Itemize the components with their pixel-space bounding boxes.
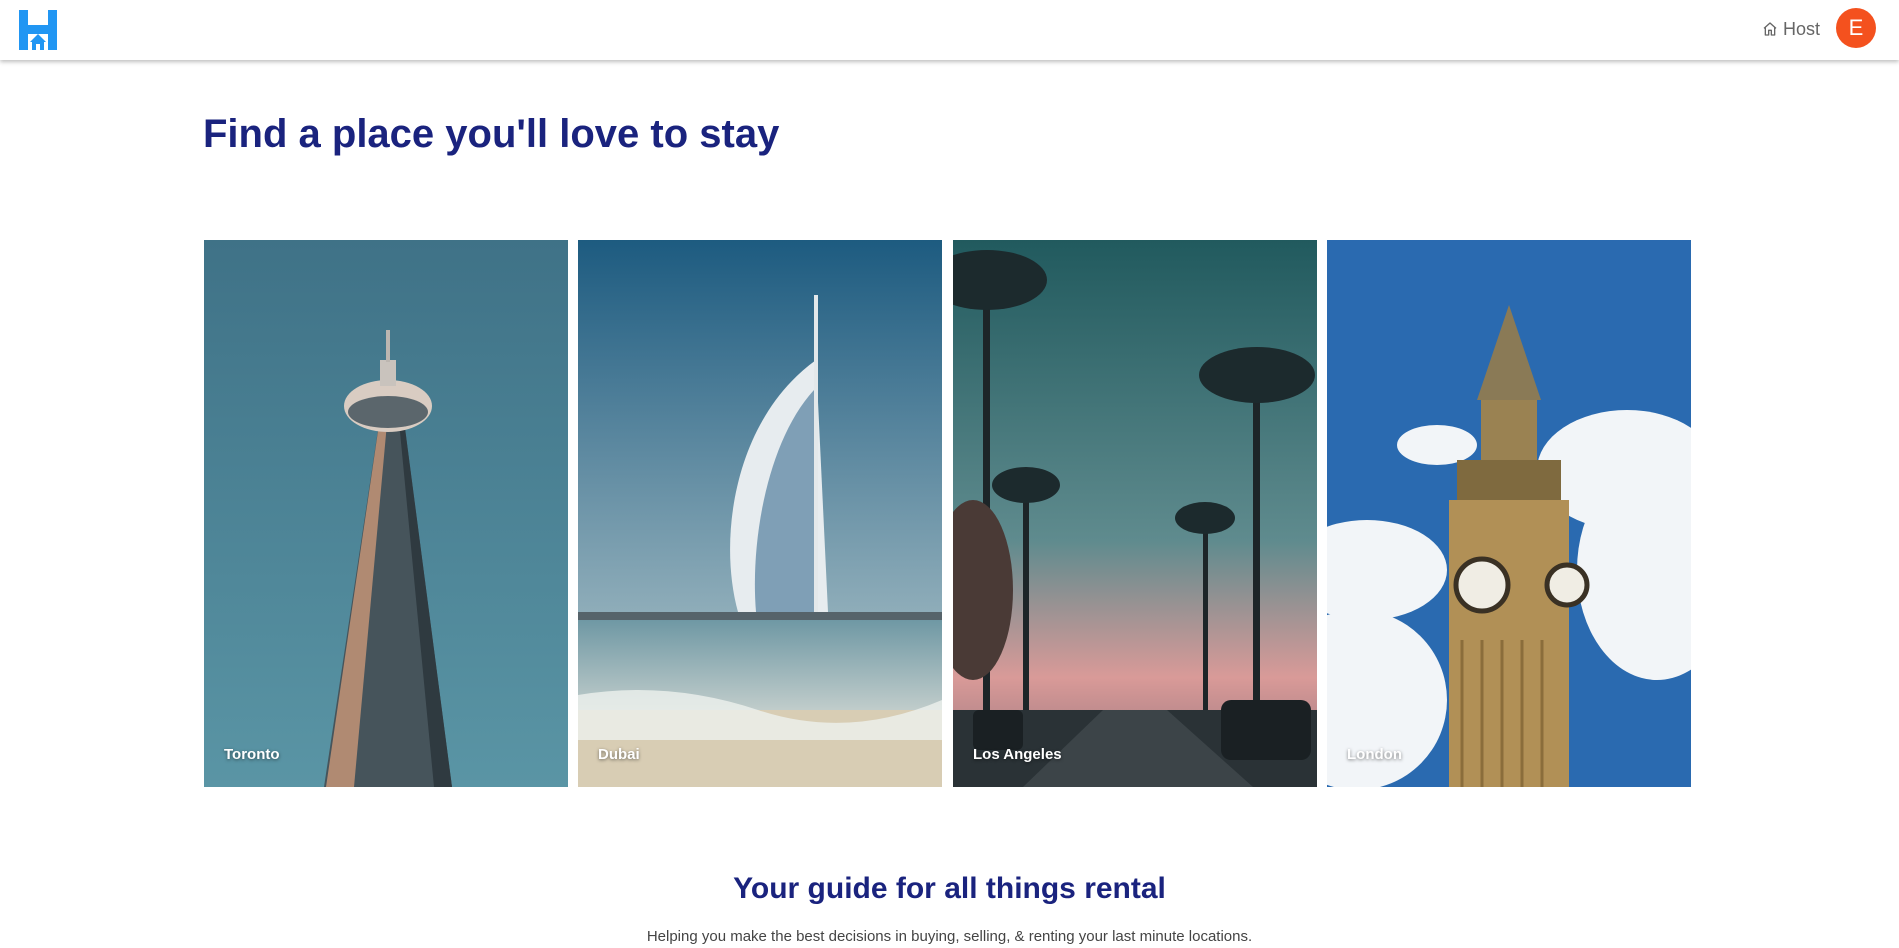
city-name-dubai: Dubai [598,746,640,763]
app-bar: Host E [0,0,1899,60]
city-name-toronto: Toronto [224,746,280,763]
city-card-toronto[interactable]: Toronto [204,240,568,787]
user-avatar[interactable]: E [1836,8,1876,48]
host-label: Host [1783,18,1821,39]
city-card-los-angeles[interactable]: Los Angeles [953,240,1317,787]
palm-street-image [953,240,1317,787]
page-title: Find a place you'll love to stay [203,112,780,156]
city-card-london[interactable]: London [1327,240,1691,787]
city-card-dubai[interactable]: Dubai [578,240,942,787]
city-name-london: London [1347,746,1402,763]
city-name-los-angeles: Los Angeles [973,746,1062,763]
house-h-logo-icon[interactable] [19,10,57,50]
guide-title: Your guide for all things rental [733,872,1166,905]
avatar-initial: E [1848,15,1864,40]
cn-tower-image [204,240,568,787]
host-link[interactable]: Host [1762,16,1820,42]
burj-al-arab-image [578,240,942,787]
home-icon [1763,22,1777,36]
big-ben-image [1327,240,1691,787]
guide-subtitle: Helping you make the best decisions in b… [646,928,1253,945]
